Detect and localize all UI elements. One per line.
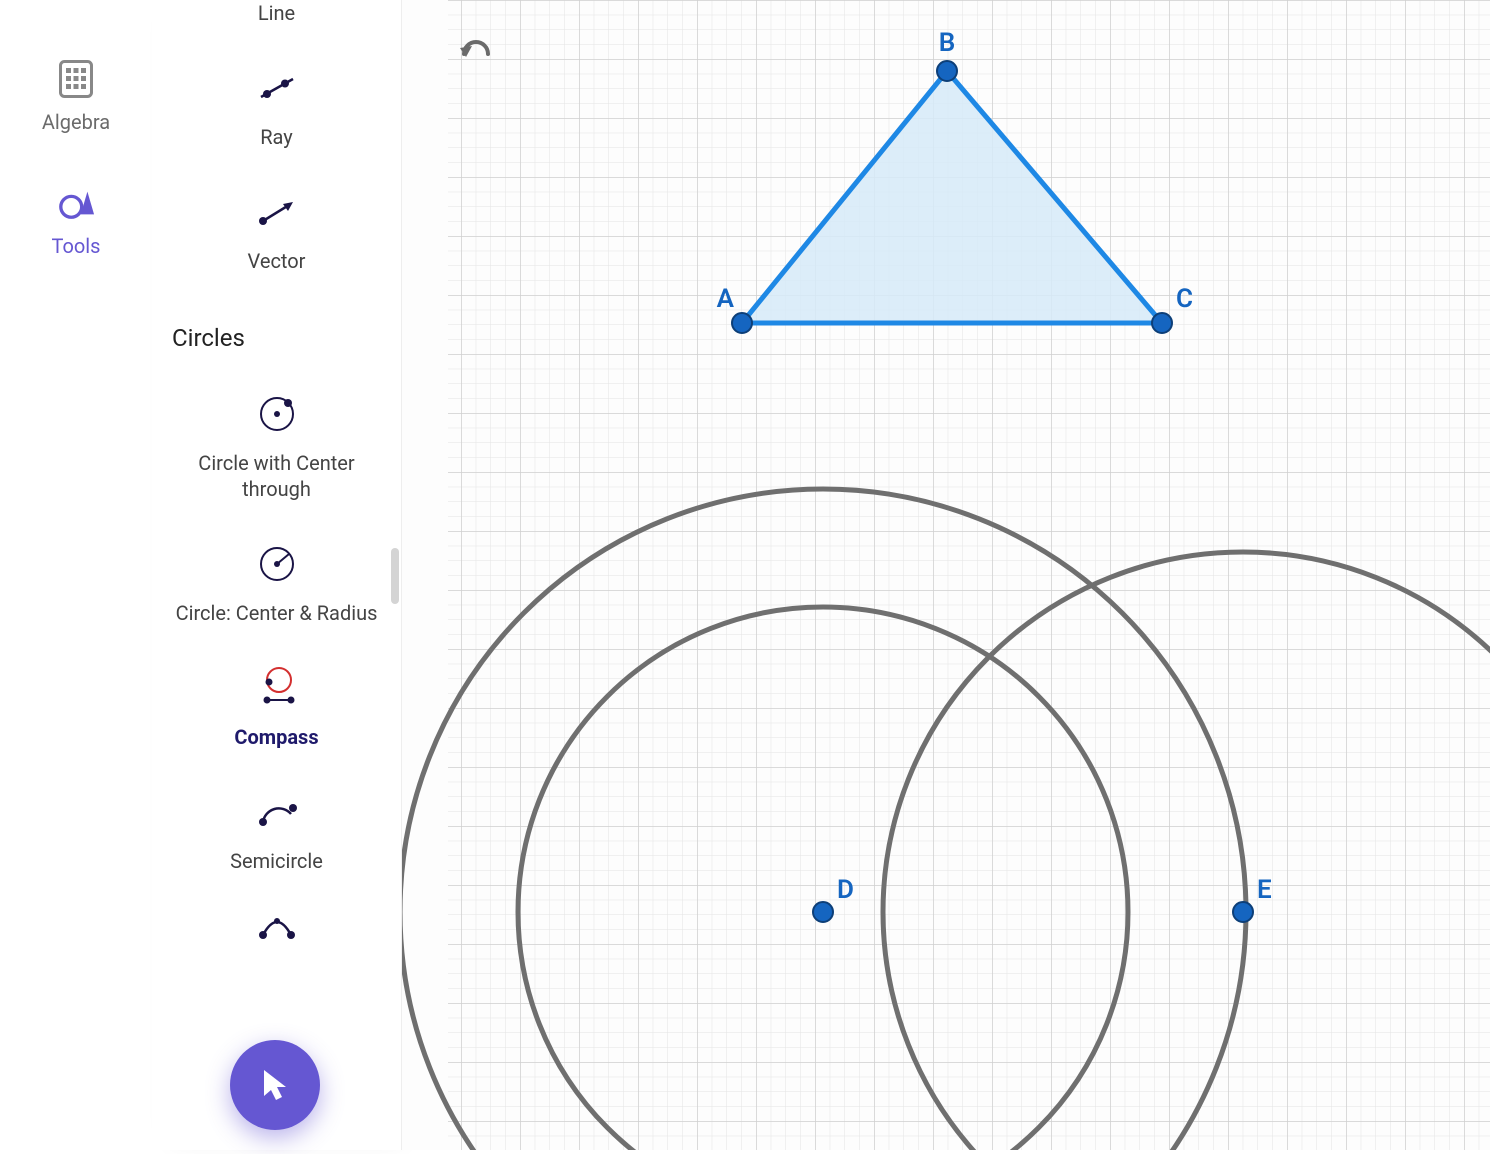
circle-center-radius-icon bbox=[255, 542, 299, 586]
rail-algebra[interactable]: Algebra bbox=[42, 60, 110, 134]
tool-ray[interactable]: Ray bbox=[168, 26, 385, 150]
rail-tools[interactable]: Tools bbox=[52, 184, 101, 258]
calculator-icon bbox=[57, 60, 95, 98]
circle-center-through-icon bbox=[255, 392, 299, 436]
tool-circle-center-radius[interactable]: Circle: Center & Radius bbox=[168, 502, 385, 626]
compass-icon bbox=[255, 666, 299, 710]
vector-icon bbox=[255, 190, 299, 234]
scrollbar-thumb[interactable] bbox=[391, 548, 399, 604]
point-b[interactable] bbox=[937, 61, 957, 81]
tool-semicircle[interactable]: Semicircle bbox=[168, 750, 385, 874]
point-label-a: A bbox=[717, 284, 735, 314]
semicircle-icon bbox=[255, 790, 299, 834]
rail-tools-label: Tools bbox=[52, 234, 101, 258]
tools-icon bbox=[57, 184, 95, 222]
tool-vector[interactable]: Vector bbox=[168, 150, 385, 274]
point-label-d: D bbox=[837, 875, 854, 905]
tools-panel: Line Ray Vector Circles bbox=[152, 0, 402, 1150]
pointer-icon bbox=[256, 1066, 294, 1104]
tool-circle-center-through-label: Circle with Center through bbox=[168, 450, 385, 502]
tool-next-hidden[interactable] bbox=[168, 874, 385, 948]
point-e[interactable] bbox=[1233, 902, 1253, 922]
point-label-c: C bbox=[1176, 284, 1193, 314]
pointer-fab[interactable] bbox=[230, 1040, 320, 1130]
point-label-b: B bbox=[939, 28, 956, 58]
canvas-area[interactable]: A B C D E bbox=[402, 0, 1490, 1150]
rail-algebra-label: Algebra bbox=[42, 110, 110, 134]
arc-icon bbox=[255, 904, 299, 948]
point-c[interactable] bbox=[1152, 313, 1172, 333]
point-d[interactable] bbox=[813, 902, 833, 922]
undo-button[interactable] bbox=[458, 40, 494, 72]
point-a[interactable] bbox=[732, 313, 752, 333]
left-rail: Algebra Tools bbox=[0, 0, 152, 1150]
tool-circle-center-radius-label: Circle: Center & Radius bbox=[176, 600, 378, 626]
tool-line[interactable]: Line bbox=[168, 0, 385, 26]
circles-section-heading: Circles bbox=[168, 274, 385, 352]
tool-compass[interactable]: Compass bbox=[168, 626, 385, 750]
tool-semicircle-label: Semicircle bbox=[230, 848, 323, 874]
tool-circle-center-through[interactable]: Circle with Center through bbox=[168, 352, 385, 502]
tool-compass-label: Compass bbox=[234, 724, 318, 750]
tool-line-label: Line bbox=[258, 0, 295, 26]
tool-vector-label: Vector bbox=[248, 248, 306, 274]
ray-icon bbox=[255, 66, 299, 110]
geometry-canvas[interactable]: A B C D E bbox=[402, 0, 1490, 1150]
tool-ray-label: Ray bbox=[260, 124, 293, 150]
point-label-e: E bbox=[1257, 875, 1272, 905]
